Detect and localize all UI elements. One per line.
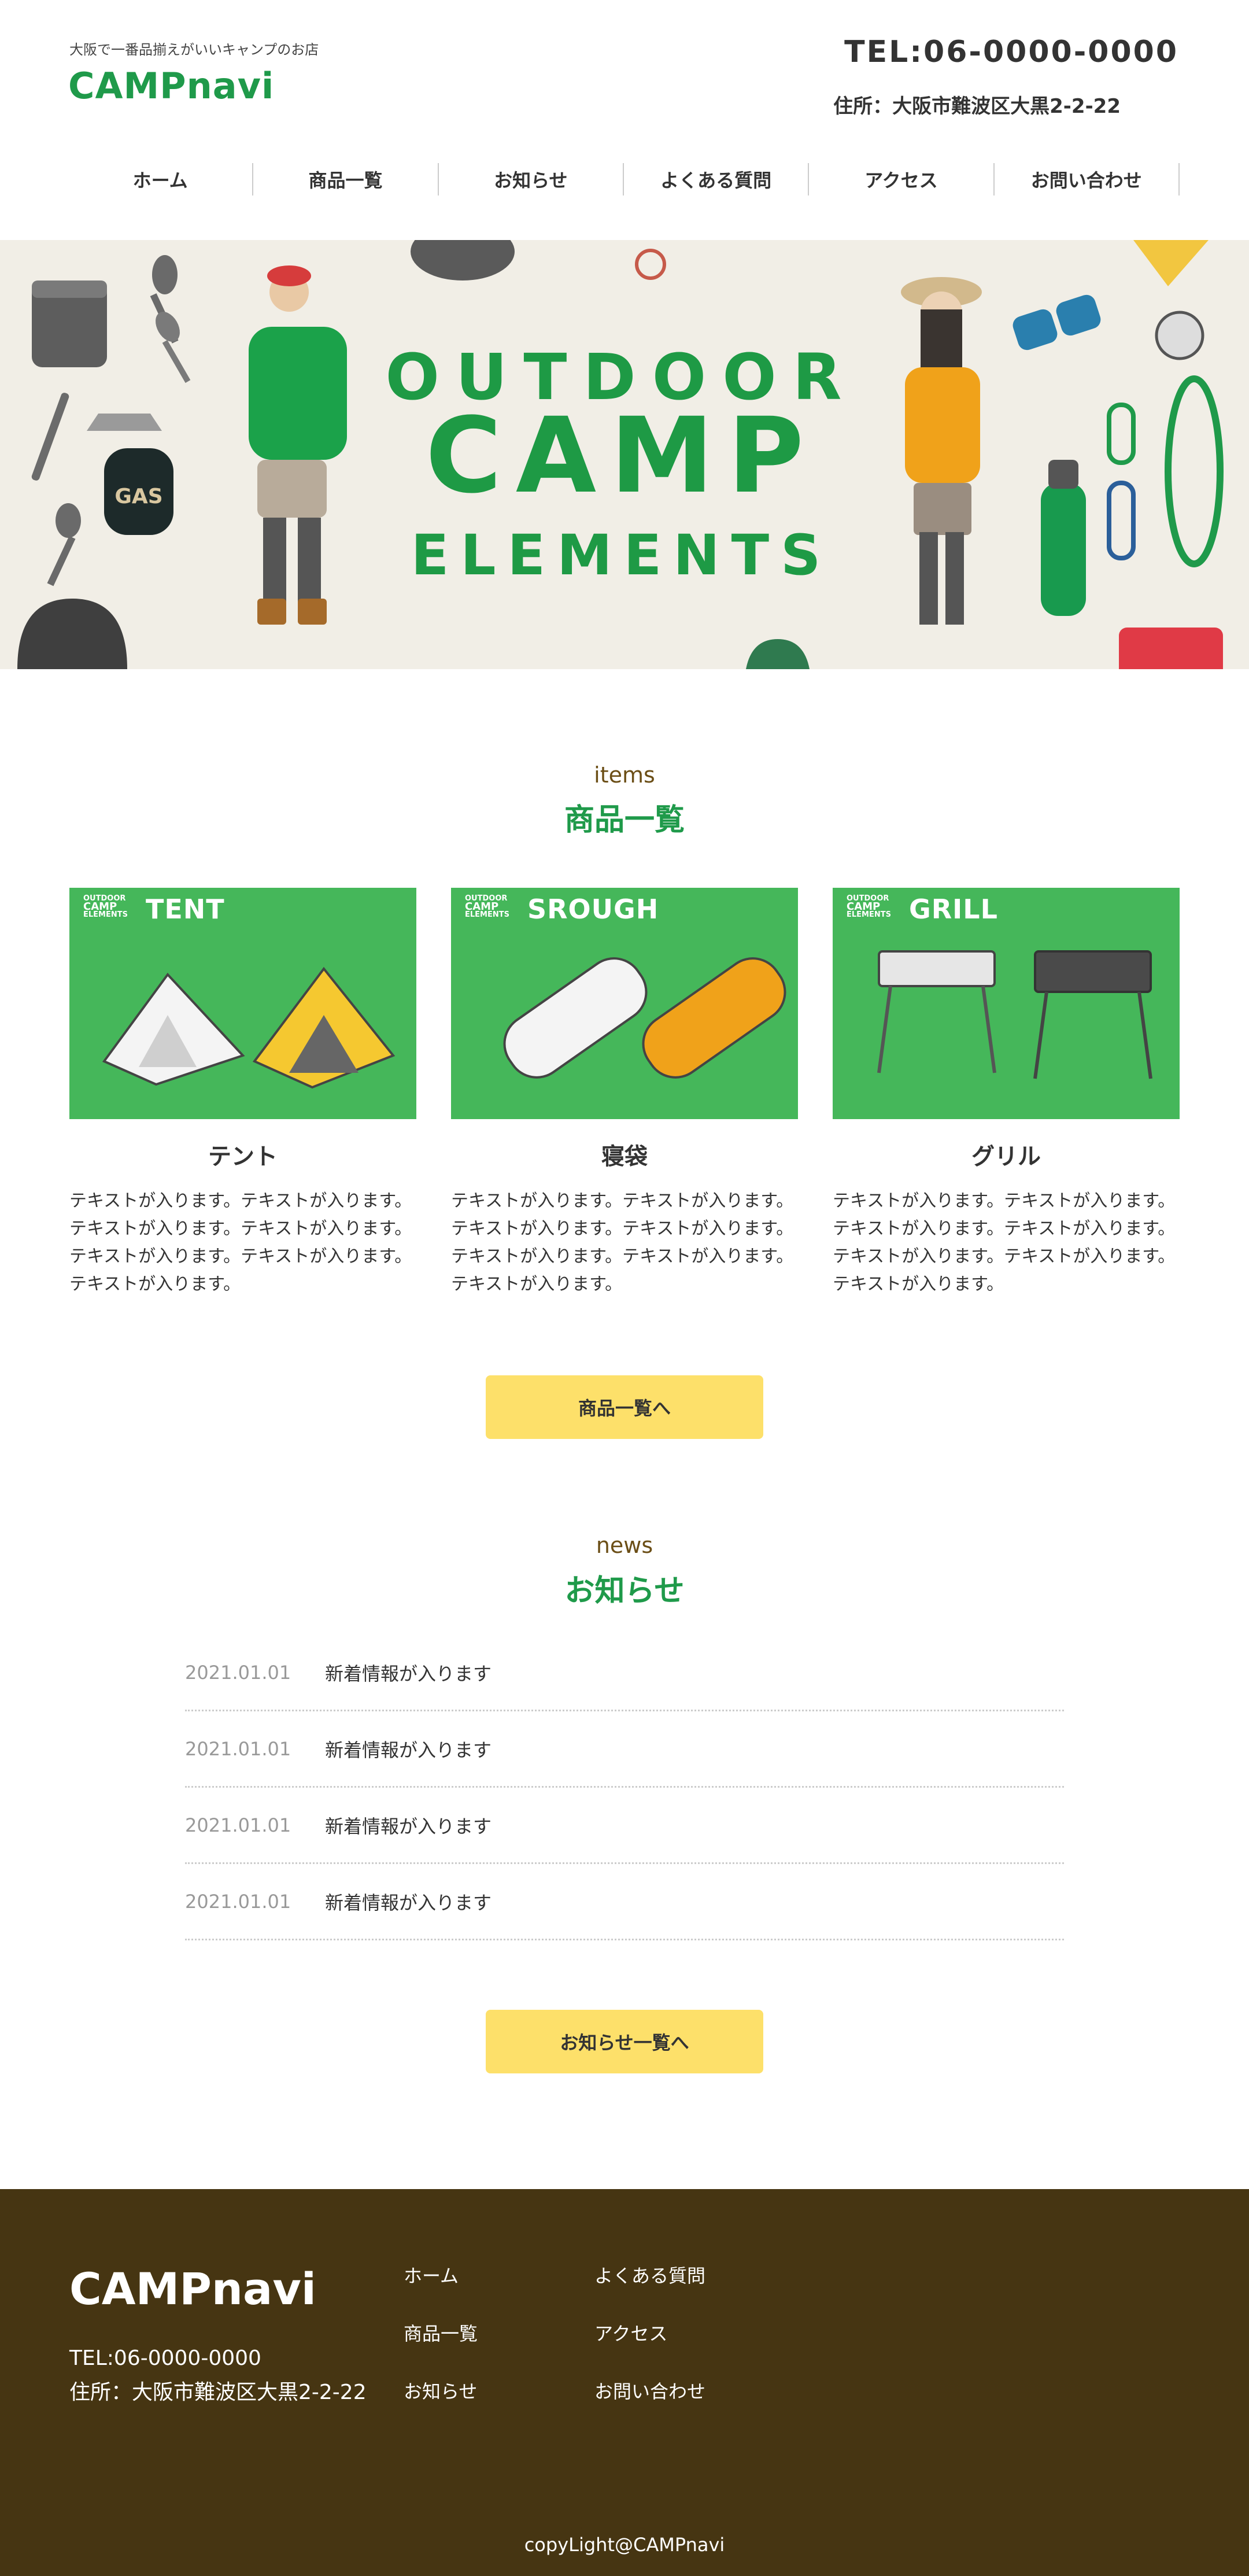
items-section-eyebrow: items	[594, 762, 655, 788]
product-description: テキストが入ります。テキストが入ります。テキストが入ります。テキストが入ります。…	[69, 1191, 412, 1294]
news-item[interactable]: 2021.01.01 新着情報が入ります	[185, 1864, 1064, 1940]
footer-tel: TEL:06-0000-0000	[69, 2346, 261, 2370]
header-tel: TEL:06-0000-0000	[844, 35, 1178, 69]
news-item[interactable]: 2021.01.01 新着情報が入ります	[185, 1711, 1064, 1788]
orange-sleeping-bag-icon	[642, 957, 786, 1079]
nav-access[interactable]: アクセス	[809, 163, 995, 195]
white-tent-icon	[102, 972, 245, 1086]
items-section-title: 商品一覧	[564, 803, 685, 837]
product-card-sleeping-bag[interactable]: OUTDOOR CAMP ELEMENTS SROUGH 寝袋 テキストが入ります。…	[451, 888, 798, 1298]
product-name: 寝袋	[601, 1143, 648, 1170]
yellow-tent-icon	[252, 966, 396, 1089]
pan-icon	[411, 240, 515, 281]
silver-grill-icon	[877, 950, 996, 1073]
knife-icon	[31, 393, 69, 481]
pot-icon	[17, 599, 127, 669]
header-address: 住所：大阪市難波区大黒2-2-22	[833, 95, 1121, 118]
nav-news[interactable]: お知らせ	[439, 163, 624, 195]
copyright: copyLight@CAMPnavi	[524, 2534, 725, 2556]
carabiner-icon-2	[1107, 403, 1136, 560]
nav-faq[interactable]: よくある質問	[624, 163, 810, 195]
binoculars-icon	[1012, 294, 1101, 350]
rope-icon	[1165, 375, 1224, 567]
nav-home[interactable]: ホーム	[68, 163, 254, 195]
product-description: テキストが入ります。テキストが入ります。テキストが入ります。テキストが入ります。…	[833, 1191, 1176, 1294]
news-text: 新着情報が入ります	[325, 1739, 492, 1761]
news-list: 2021.01.01 新着情報が入ります 2021.01.01 新着情報が入りま…	[185, 1635, 1064, 1940]
product-card-tent[interactable]: OUTDOOR CAMP ELEMENTS TENT テント テキストが入ります。テ…	[69, 888, 416, 1298]
white-sleeping-bag-icon	[503, 957, 648, 1079]
global-nav: ホーム 商品一覧 お知らせ よくある質問 アクセス お問い合わせ	[68, 163, 1180, 195]
news-item[interactable]: 2021.01.01 新着情報が入ります	[185, 1788, 1064, 1864]
product-description: テキストが入ります。テキストが入ります。テキストが入ります。テキストが入ります。…	[451, 1191, 794, 1294]
kettle-icon	[746, 639, 810, 669]
news-section-title: お知らせ	[564, 1574, 685, 1608]
lantern-icon	[1119, 628, 1223, 669]
hero-title-line2: CAMP	[426, 396, 818, 516]
products-list-button[interactable]: 商品一覧へ	[486, 1375, 763, 1439]
news-date: 2021.01.01	[185, 1661, 291, 1684]
product-image-sleeping-bag: OUTDOOR CAMP ELEMENTS SROUGH	[451, 888, 798, 1119]
footer-link-contact[interactable]: お問い合わせ	[594, 2377, 705, 2404]
news-date: 2021.01.01	[185, 1814, 291, 1836]
site-footer: CAMPnavi TEL:06-0000-0000 住所：大阪市難波区大黒2-2…	[0, 2189, 1249, 2576]
news-section-eyebrow: news	[596, 1533, 653, 1558]
site-logo[interactable]: CAMPnavi	[68, 65, 274, 107]
hero-illustration: GAS OUTDOOR CAMP ELEMENTS	[17, 240, 1224, 669]
hero-banner: GAS OUTDOOR CAMP ELEMENTS	[0, 240, 1249, 669]
mess-tin-icon	[32, 281, 107, 367]
product-image-grill: OUTDOOR CAMP ELEMENTS GRILL	[833, 888, 1180, 1119]
water-bottle-icon	[1041, 460, 1086, 616]
footer-link-products[interactable]: 商品一覧	[404, 2319, 478, 2346]
spoon-icon-3	[47, 503, 81, 586]
news-date: 2021.01.01	[185, 1737, 291, 1760]
news-item[interactable]: 2021.01.01 新着情報が入ります	[185, 1635, 1064, 1711]
news-text: 新着情報が入ります	[325, 1815, 492, 1837]
news-text: 新着情報が入ります	[325, 1891, 492, 1914]
footer-logo[interactable]: CAMPnavi	[69, 2263, 316, 2315]
news-list-button[interactable]: お知らせ一覧へ	[486, 2010, 763, 2073]
news-date: 2021.01.01	[185, 1890, 291, 1913]
footer-link-news[interactable]: お知らせ	[404, 2377, 477, 2404]
black-grill-icon	[1033, 950, 1152, 1079]
footer-link-home[interactable]: ホーム	[404, 2261, 459, 2288]
nav-contact[interactable]: お問い合わせ	[995, 163, 1180, 195]
gas-stove-icon: GAS	[87, 414, 173, 535]
footer-link-faq[interactable]: よくある質問	[594, 2261, 705, 2288]
footer-link-access[interactable]: アクセス	[594, 2319, 667, 2346]
hero-title-line3: ELEMENTS	[411, 523, 832, 588]
header-tagline: 大阪で一番品揃えがいいキャンプのお店	[69, 42, 319, 58]
compass-icon	[1155, 311, 1204, 360]
news-text: 新着情報が入ります	[325, 1662, 492, 1685]
spoon-icon-2	[156, 312, 191, 383]
female-camper-illustration	[901, 277, 982, 625]
gas-label: GAS	[114, 485, 162, 508]
tent-corner-icon	[1133, 240, 1209, 286]
male-camper-illustration	[249, 265, 347, 625]
carabiner-icon	[635, 249, 666, 280]
product-card-grill[interactable]: OUTDOOR CAMP ELEMENTS GRILL グリル テキストが入ります。…	[833, 888, 1180, 1298]
product-name: テント	[208, 1143, 278, 1170]
product-name: グリル	[971, 1143, 1041, 1170]
nav-products[interactable]: 商品一覧	[253, 163, 439, 195]
footer-address: 住所：大阪市難波区大黒2-2-22	[69, 2381, 367, 2404]
product-image-tent: OUTDOOR CAMP ELEMENTS TENT	[69, 888, 416, 1119]
